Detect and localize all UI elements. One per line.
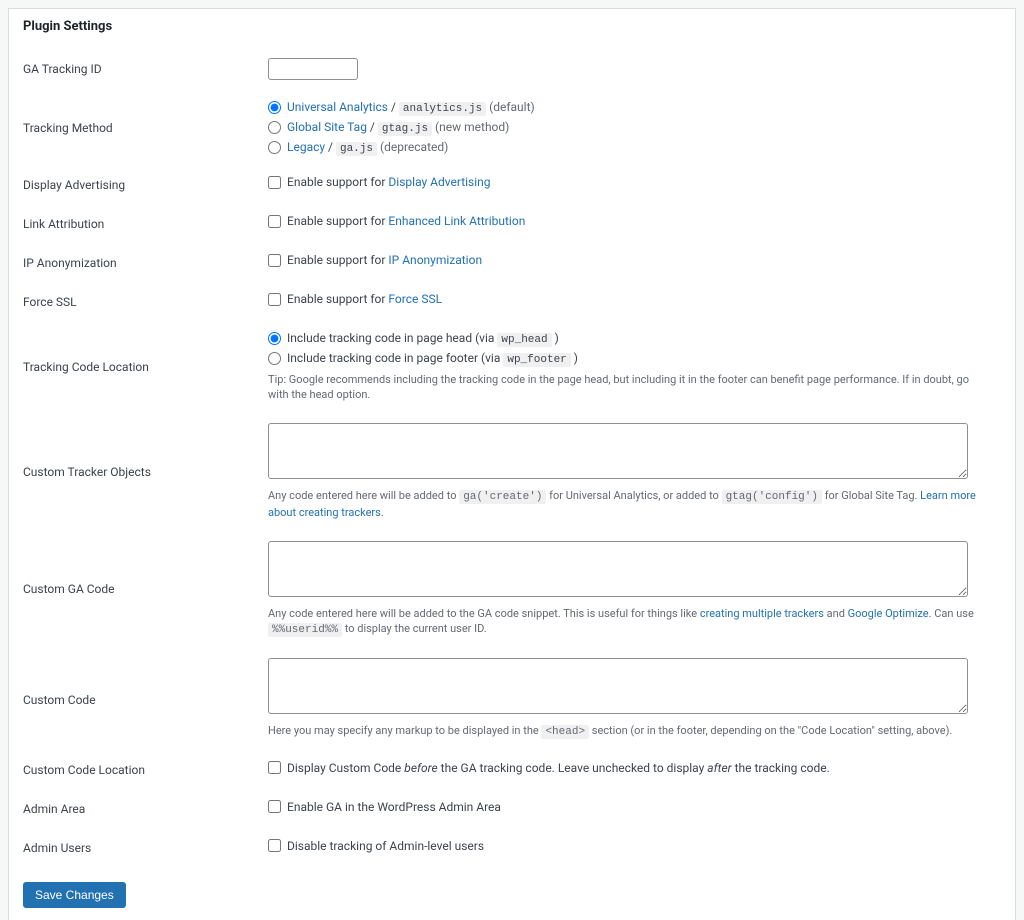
link-attribution-check[interactable] xyxy=(268,215,281,228)
custom-tracker-textarea[interactable] xyxy=(268,423,968,479)
tracking-method-legacy[interactable]: Legacy / ga.js (deprecated) xyxy=(268,140,991,155)
radio-legacy[interactable] xyxy=(268,141,281,154)
admin-area-check[interactable] xyxy=(268,800,281,813)
link-enhanced-attribution[interactable]: Enhanced Link Attribution xyxy=(388,214,525,228)
save-button[interactable]: Save Changes xyxy=(23,882,126,908)
custom-code-desc: Here you may specify any markup to be di… xyxy=(268,723,991,740)
radio-footer[interactable] xyxy=(268,352,281,365)
link-multiple-trackers[interactable]: creating multiple trackers xyxy=(700,607,824,620)
link-legacy[interactable]: Legacy xyxy=(287,140,325,154)
label-custom-ga: Custom GA Code xyxy=(23,531,268,649)
checkbox-ip-anonymization[interactable]: Enable support for IP Anonymization xyxy=(268,253,991,267)
label-admin-area: Admin Area xyxy=(23,790,268,829)
custom-ga-textarea[interactable] xyxy=(268,541,968,597)
tracking-method-universal[interactable]: Universal Analytics / analytics.js (defa… xyxy=(268,100,991,115)
admin-users-check[interactable] xyxy=(268,839,281,852)
checkbox-custom-code-location[interactable]: Display Custom Code before the GA tracki… xyxy=(268,761,991,775)
code-location-footer[interactable]: Include tracking code in page footer (vi… xyxy=(268,351,991,366)
label-tracking-method: Tracking Method xyxy=(23,90,268,165)
label-link-attribution: Link Attribution xyxy=(23,204,268,243)
label-force-ssl: Force SSL xyxy=(23,282,268,321)
page-title: Plugin Settings xyxy=(23,19,1001,34)
custom-code-textarea[interactable] xyxy=(268,658,968,714)
checkbox-admin-users[interactable]: Disable tracking of Admin-level users xyxy=(268,839,991,853)
checkbox-link-attribution[interactable]: Enable support for Enhanced Link Attribu… xyxy=(268,214,991,228)
settings-form: GA Tracking ID Tracking Method Universal… xyxy=(23,48,1001,868)
radio-universal[interactable] xyxy=(268,101,281,114)
link-force-ssl[interactable]: Force SSL xyxy=(388,292,442,306)
label-code-location: Tracking Code Location xyxy=(23,321,268,413)
checkbox-display-advertising[interactable]: Enable support for Display Advertising xyxy=(268,175,991,189)
label-ip-anonymization: IP Anonymization xyxy=(23,243,268,282)
code-location-tip: Tip: Google recommends including the tra… xyxy=(268,372,991,403)
custom-ga-desc: Any code entered here will be added to t… xyxy=(268,606,991,639)
link-google-optimize[interactable]: Google Optimize xyxy=(848,607,929,620)
label-admin-users: Admin Users xyxy=(23,829,268,868)
label-custom-code: Custom Code xyxy=(23,648,268,750)
display-advertising-check[interactable] xyxy=(268,176,281,189)
link-universal-analytics[interactable]: Universal Analytics xyxy=(287,100,388,114)
tracking-method-gtag[interactable]: Global Site Tag / gtag.js (new method) xyxy=(268,120,991,135)
label-ga-tracking-id: GA Tracking ID xyxy=(23,48,268,90)
link-ip-anonymization[interactable]: IP Anonymization xyxy=(388,253,482,267)
ga-tracking-id-input[interactable] xyxy=(268,58,358,80)
link-global-site-tag[interactable]: Global Site Tag xyxy=(287,120,367,134)
checkbox-admin-area[interactable]: Enable GA in the WordPress Admin Area xyxy=(268,800,991,814)
code-location-head[interactable]: Include tracking code in page head (via … xyxy=(268,331,991,346)
label-display-advertising: Display Advertising xyxy=(23,165,268,204)
link-display-advertising[interactable]: Display Advertising xyxy=(388,175,490,189)
custom-tracker-desc: Any code entered here will be added to g… xyxy=(268,488,991,521)
radio-head[interactable] xyxy=(268,332,281,345)
checkbox-force-ssl[interactable]: Enable support for Force SSL xyxy=(268,292,991,306)
ip-anonymization-check[interactable] xyxy=(268,254,281,267)
label-custom-code-location: Custom Code Location xyxy=(23,751,268,790)
radio-gtag[interactable] xyxy=(268,121,281,134)
label-custom-tracker: Custom Tracker Objects xyxy=(23,413,268,531)
plugin-settings-panel: Plugin Settings GA Tracking ID Tracking … xyxy=(8,8,1016,920)
force-ssl-check[interactable] xyxy=(268,293,281,306)
custom-code-location-check[interactable] xyxy=(268,761,281,774)
